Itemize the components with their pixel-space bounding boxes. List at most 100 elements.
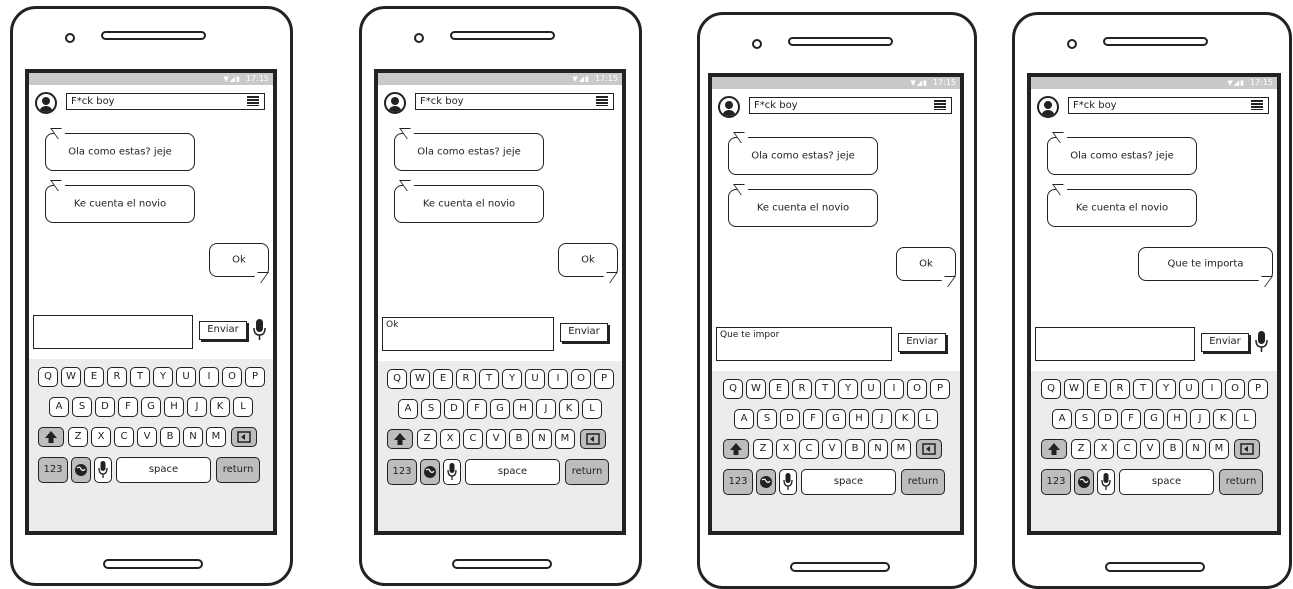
key-q[interactable]: Q [38,367,58,387]
message-input[interactable] [33,315,193,349]
key-d[interactable]: D [1098,409,1118,429]
key-o[interactable]: O [1225,379,1245,399]
key-a[interactable]: A [49,397,69,417]
key-i[interactable]: I [884,379,904,399]
key-q[interactable]: Q [1041,379,1061,399]
space-key[interactable]: space [801,469,896,495]
key-m[interactable]: M [1209,439,1229,459]
home-button[interactable] [103,559,203,569]
key-s[interactable]: S [757,409,777,429]
return-key[interactable]: return [565,459,609,485]
send-button[interactable]: Enviar [1201,333,1249,352]
key-c[interactable]: C [114,427,134,447]
key-z[interactable]: Z [417,429,437,449]
key-d[interactable]: D [444,399,464,419]
key-b[interactable]: B [160,427,180,447]
home-button[interactable] [790,562,890,572]
key-n[interactable]: N [183,427,203,447]
key-x[interactable]: X [1094,439,1114,459]
key-k[interactable]: K [210,397,230,417]
key-p[interactable]: P [1248,379,1268,399]
key-s[interactable]: S [72,397,92,417]
key-k[interactable]: K [1213,409,1233,429]
key-t[interactable]: T [1133,379,1153,399]
key-q[interactable]: Q [723,379,743,399]
key-o[interactable]: O [571,369,591,389]
key-w[interactable]: W [746,379,766,399]
menu-icon[interactable] [596,96,608,106]
key-l[interactable]: L [582,399,602,419]
avatar-icon[interactable] [384,92,406,114]
globe-icon[interactable] [1074,469,1094,495]
key-t[interactable]: T [479,369,499,389]
key-b[interactable]: B [845,439,865,459]
key-r[interactable]: R [792,379,812,399]
key-g[interactable]: G [826,409,846,429]
mic-key-icon[interactable] [1097,469,1115,495]
key-u[interactable]: U [1179,379,1199,399]
contact-header[interactable]: F*ck boy [1068,97,1269,114]
key-b[interactable]: B [1163,439,1183,459]
key-a[interactable]: A [398,399,418,419]
key-j[interactable]: J [187,397,207,417]
key-x[interactable]: X [91,427,111,447]
send-button[interactable]: Enviar [898,333,946,352]
menu-icon[interactable] [247,96,259,106]
key-w[interactable]: W [61,367,81,387]
key-n[interactable]: N [532,429,552,449]
key-v[interactable]: V [137,427,157,447]
return-key[interactable]: return [1219,469,1263,495]
key-a[interactable]: A [1052,409,1072,429]
avatar-icon[interactable] [1037,96,1059,118]
key-t[interactable]: T [130,367,150,387]
key-w[interactable]: W [1064,379,1084,399]
mic-icon[interactable] [253,319,266,340]
key-l[interactable]: L [233,397,253,417]
key-t[interactable]: T [815,379,835,399]
key-p[interactable]: P [245,367,265,387]
key-o[interactable]: O [222,367,242,387]
contact-header[interactable]: F*ck boy [749,97,952,114]
key-z[interactable]: Z [753,439,773,459]
numbers-key[interactable]: 123 [38,457,68,483]
key-b[interactable]: B [509,429,529,449]
key-u[interactable]: U [861,379,881,399]
key-d[interactable]: D [780,409,800,429]
key-h[interactable]: H [513,399,533,419]
space-key[interactable]: space [116,457,211,483]
key-f[interactable]: F [1121,409,1141,429]
key-a[interactable]: A [734,409,754,429]
key-i[interactable]: I [1202,379,1222,399]
backspace-icon[interactable] [231,427,257,447]
key-c[interactable]: C [1117,439,1137,459]
key-h[interactable]: H [1167,409,1187,429]
key-u[interactable]: U [525,369,545,389]
space-key[interactable]: space [465,459,560,485]
key-v[interactable]: V [822,439,842,459]
mic-key-icon[interactable] [779,469,797,495]
key-k[interactable]: K [559,399,579,419]
key-s[interactable]: S [421,399,441,419]
key-v[interactable]: V [1140,439,1160,459]
key-r[interactable]: R [107,367,127,387]
key-g[interactable]: G [1144,409,1164,429]
space-key[interactable]: space [1119,469,1214,495]
menu-icon[interactable] [1251,100,1263,110]
mic-icon[interactable] [1255,331,1268,352]
key-v[interactable]: V [486,429,506,449]
key-x[interactable]: X [440,429,460,449]
key-o[interactable]: O [907,379,927,399]
send-button[interactable]: Enviar [560,323,608,342]
key-e[interactable]: E [769,379,789,399]
key-z[interactable]: Z [1071,439,1091,459]
key-j[interactable]: J [1190,409,1210,429]
numbers-key[interactable]: 123 [387,459,417,485]
message-input[interactable]: Ok [382,317,554,351]
key-y[interactable]: Y [1156,379,1176,399]
key-c[interactable]: C [463,429,483,449]
key-l[interactable]: L [918,409,938,429]
key-i[interactable]: I [199,367,219,387]
key-e[interactable]: E [1087,379,1107,399]
key-m[interactable]: M [555,429,575,449]
key-h[interactable]: H [164,397,184,417]
